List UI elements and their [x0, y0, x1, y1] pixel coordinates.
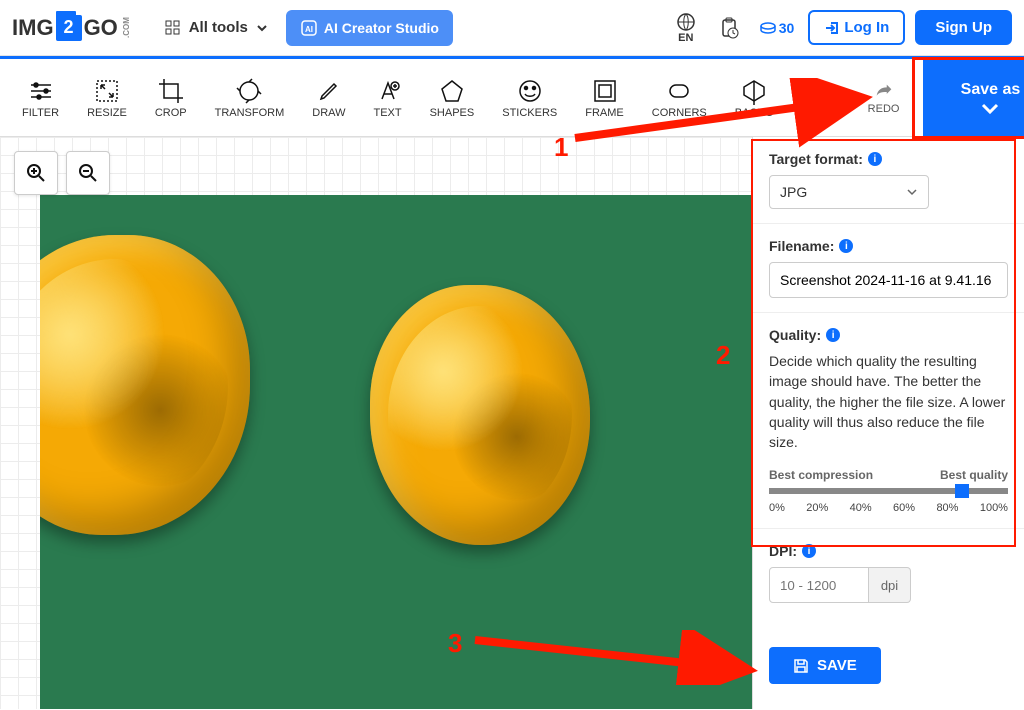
- target-format-label: Target format:i: [769, 151, 1008, 167]
- chevron-down-icon: [981, 103, 999, 115]
- ai-creator-studio-button[interactable]: AI AI Creator Studio: [286, 10, 453, 46]
- annotation-2: 2: [716, 340, 730, 371]
- coins-icon: [760, 22, 776, 34]
- filename-input[interactable]: [769, 262, 1008, 298]
- logo[interactable]: IMG 2 GO .COM: [12, 15, 137, 41]
- chevron-down-icon: [256, 22, 268, 34]
- tool-shapes[interactable]: SHAPES: [416, 77, 489, 119]
- zoom-out-button[interactable]: [66, 151, 110, 195]
- tool-filter[interactable]: FILTER: [8, 77, 73, 119]
- save-as-label: Save as: [961, 81, 1021, 99]
- clipboard-clock-icon: [719, 17, 741, 39]
- annotation-arrow-1: [570, 78, 880, 148]
- tool-text[interactable]: TEXT: [359, 77, 415, 119]
- clipboard-history-button[interactable]: [708, 8, 752, 48]
- all-tools-label: All tools: [189, 19, 248, 36]
- tool-draw[interactable]: DRAW: [298, 77, 359, 119]
- grid-icon: [165, 20, 181, 36]
- login-button[interactable]: Log In: [808, 10, 905, 45]
- language-button[interactable]: EN: [664, 8, 708, 48]
- signup-label: Sign Up: [935, 19, 992, 36]
- best-compression-label: Best compression: [769, 468, 873, 482]
- language-label: EN: [678, 32, 693, 44]
- quality-description: Decide which quality the resulting image…: [769, 351, 1008, 452]
- target-format-value: JPG: [780, 184, 807, 200]
- save-button-label: SAVE: [817, 657, 857, 674]
- annotation-1: 1: [554, 132, 568, 163]
- info-icon[interactable]: i: [802, 544, 816, 558]
- annotation-arrow-3: [470, 630, 760, 685]
- globe-icon: [676, 12, 696, 32]
- all-tools-dropdown[interactable]: All tools: [165, 19, 268, 36]
- ai-studio-label: AI Creator Studio: [324, 20, 439, 36]
- slider-thumb[interactable]: [955, 484, 969, 498]
- logo-text-left: IMG: [12, 15, 54, 41]
- credits-counter[interactable]: 30: [760, 20, 795, 36]
- login-label: Log In: [844, 19, 889, 36]
- quality-label: Quality:i: [769, 327, 1008, 343]
- tool-stickers[interactable]: STICKERS: [488, 77, 571, 119]
- signup-button[interactable]: Sign Up: [915, 10, 1012, 45]
- info-icon[interactable]: i: [839, 239, 853, 253]
- dpi-input[interactable]: [769, 567, 869, 603]
- save-icon: [793, 658, 809, 674]
- logo-mid: 2: [56, 15, 82, 41]
- image-content: [370, 285, 590, 545]
- save-as-button[interactable]: Save as: [923, 60, 1024, 136]
- annotation-3: 3: [448, 628, 462, 659]
- filename-label: Filename:i: [769, 238, 1008, 254]
- login-icon: [824, 20, 840, 36]
- quality-slider[interactable]: [769, 488, 1008, 494]
- ai-icon: AI: [300, 19, 318, 37]
- svg-text:AI: AI: [305, 25, 313, 34]
- info-icon[interactable]: i: [826, 328, 840, 342]
- tool-crop[interactable]: CROP: [141, 77, 201, 119]
- zoom-in-button[interactable]: [14, 151, 58, 195]
- tool-transform[interactable]: TRANSFORM: [201, 77, 299, 119]
- dpi-unit: dpi: [869, 567, 911, 603]
- dpi-label: DPI:i: [769, 543, 1008, 559]
- save-button[interactable]: SAVE: [769, 647, 881, 684]
- image-content: [40, 235, 250, 535]
- best-quality-label: Best quality: [940, 468, 1008, 482]
- logo-com: .COM: [122, 17, 131, 38]
- canvas-area[interactable]: [0, 137, 752, 709]
- info-icon[interactable]: i: [868, 152, 882, 166]
- tool-resize[interactable]: RESIZE: [73, 77, 141, 119]
- save-panel: Target format:i JPG Filename:i Quality:i…: [752, 137, 1024, 709]
- credits-value: 30: [779, 20, 795, 36]
- target-format-select[interactable]: JPG: [769, 175, 929, 209]
- logo-text-right: GO: [84, 15, 118, 41]
- chevron-down-icon: [906, 186, 918, 198]
